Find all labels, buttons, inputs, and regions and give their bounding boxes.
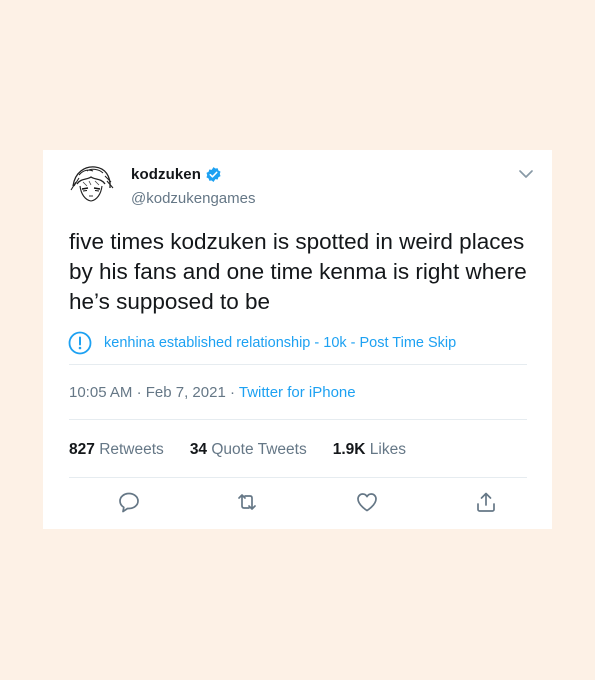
share-icon[interactable] bbox=[474, 490, 498, 514]
verified-badge-icon bbox=[205, 166, 222, 183]
reply-icon[interactable] bbox=[117, 490, 141, 514]
tweet-date[interactable]: Feb 7, 2021 bbox=[146, 384, 226, 401]
retweets-stat[interactable]: 827 Retweets bbox=[69, 441, 164, 459]
notice-link[interactable]: kenhina established relationship - 10k -… bbox=[68, 331, 456, 355]
author-handle[interactable]: @kodzukengames bbox=[131, 190, 255, 207]
quote-tweets-label: Quote Tweets bbox=[211, 441, 307, 458]
author-display-name[interactable]: kodzuken bbox=[131, 166, 201, 183]
like-icon[interactable] bbox=[355, 490, 379, 514]
tweet-meta: 10:05 AM · Feb 7, 2021 · Twitter for iPh… bbox=[69, 384, 356, 401]
quote-tweets-stat[interactable]: 34 Quote Tweets bbox=[190, 441, 307, 459]
tweet-actions bbox=[43, 490, 552, 516]
tweet-time[interactable]: 10:05 AM bbox=[69, 384, 132, 401]
chevron-down-icon[interactable] bbox=[516, 164, 536, 184]
avatar[interactable] bbox=[67, 160, 115, 208]
retweet-icon[interactable] bbox=[235, 490, 259, 514]
quote-tweets-count: 34 bbox=[189, 441, 208, 458]
exclamation-circle-icon bbox=[68, 331, 92, 355]
likes-stat[interactable]: 1.9K Likes bbox=[333, 441, 406, 459]
divider bbox=[69, 477, 527, 478]
tweet-stats: 827 Retweets 34 Quote Tweets 1.9K Likes bbox=[69, 441, 406, 459]
divider bbox=[69, 419, 527, 420]
meta-separator: · bbox=[229, 384, 235, 401]
meta-separator: · bbox=[136, 384, 142, 401]
author-name-row: kodzuken bbox=[131, 166, 222, 183]
retweets-count: 827 bbox=[69, 441, 95, 458]
divider bbox=[69, 364, 527, 365]
tweet-card: kodzuken @kodzukengames five times kodzu… bbox=[43, 150, 552, 529]
tweet-text: five times kodzuken is spotted in weird … bbox=[69, 229, 527, 314]
retweets-label: Retweets bbox=[99, 441, 164, 458]
likes-label: Likes bbox=[369, 441, 406, 458]
likes-count: 1.9K bbox=[332, 441, 366, 458]
tweet-source[interactable]: Twitter for iPhone bbox=[239, 384, 356, 401]
anime-sketch-avatar-icon bbox=[68, 161, 114, 207]
notice-text: kenhina established relationship - 10k -… bbox=[104, 335, 457, 351]
